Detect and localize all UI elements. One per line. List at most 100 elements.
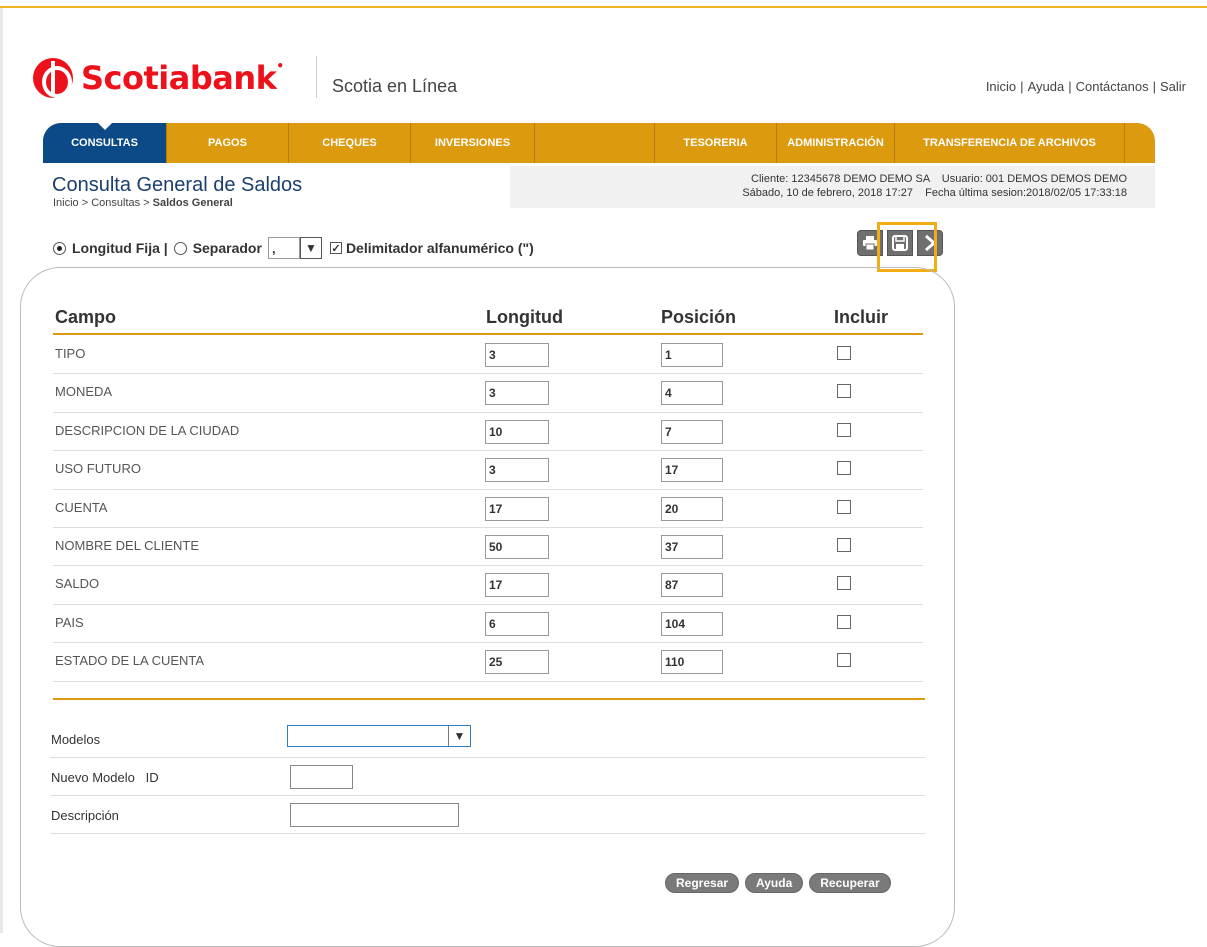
fields-table-body: TIPO MONEDA DESCRIPCION DE LA CIUDAD USO…	[53, 336, 923, 682]
length-input[interactable]	[485, 381, 549, 406]
nav-tab-cheques[interactable]: CHEQUES	[289, 123, 411, 163]
table-row: MONEDA	[53, 374, 923, 413]
separator-select[interactable]: ,	[267, 237, 300, 259]
table-row: NOMBRE DEL CLIENTE	[53, 528, 923, 567]
nav-tab-pagos[interactable]: PAGOS	[167, 123, 289, 163]
top-links: Inicio | Ayuda | Contáctanos | Salir	[986, 79, 1186, 94]
field-name: SALDO	[55, 576, 100, 592]
include-checkbox[interactable]	[837, 499, 851, 514]
link-contactanos[interactable]: Contáctanos	[1076, 79, 1149, 94]
field-name: NOMBRE DEL CLIENTE	[55, 537, 199, 553]
link-inicio[interactable]: Inicio	[986, 79, 1016, 94]
action-buttons: Regresar Ayuda Recuperar	[665, 873, 891, 893]
scotiabank-logo[interactable]: Scotiabank•	[33, 58, 284, 98]
table-row: USO FUTURO	[53, 451, 923, 490]
length-input[interactable]	[485, 458, 549, 483]
table-row: CUENTA	[53, 490, 923, 528]
left-edge-rule	[0, 8, 3, 933]
chevron-right-icon[interactable]	[917, 230, 943, 256]
length-input[interactable]	[485, 496, 549, 521]
modelos-label: Modelos	[51, 732, 101, 747]
delimiter-checkbox[interactable]: ✓	[329, 242, 342, 255]
position-input[interactable]	[661, 458, 723, 483]
position-input[interactable]	[661, 496, 723, 521]
main-nav: CONSULTAS PAGOS CHEQUES INVERSIONES TESO…	[43, 123, 1155, 163]
separator-label: Separador	[192, 240, 262, 256]
length-input[interactable]	[485, 343, 549, 367]
header-incluir: Incluir	[834, 307, 889, 327]
fields-table-header: Campo Longitud Posición Incluir	[53, 307, 923, 335]
field-name: MONEDA	[55, 384, 113, 400]
include-checkbox[interactable]	[837, 384, 851, 399]
link-salir[interactable]: Salir	[1160, 79, 1186, 94]
modelos-select[interactable]: ▼	[287, 725, 471, 747]
position-input[interactable]	[661, 381, 723, 406]
link-ayuda[interactable]: Ayuda	[1028, 79, 1065, 94]
chevron-down-icon[interactable]: ▼	[448, 726, 470, 746]
link-separator: |	[1020, 79, 1024, 94]
page-title: Consulta General de Saldos	[52, 174, 303, 196]
delimiter-label: Delimitador alfanumérico (")	[345, 240, 534, 256]
breadcrumb: Inicio > Consultas > Saldos General	[53, 197, 233, 209]
position-input[interactable]	[661, 650, 723, 675]
nuevo-modelo-row: Nuevo Modelo ID	[50, 758, 925, 796]
field-name: DESCRIPCION DE LA CIUDAD	[55, 422, 240, 438]
nav-tab-consultas[interactable]: CONSULTAS	[43, 123, 167, 163]
ayuda-button[interactable]: Ayuda	[745, 873, 804, 893]
table-row: DESCRIPCION DE LA CIUDAD	[53, 413, 923, 452]
include-checkbox[interactable]	[837, 653, 851, 668]
logo-text: Scotiabank	[81, 59, 277, 97]
position-input[interactable]	[661, 419, 723, 444]
length-input[interactable]	[485, 650, 549, 675]
nuevo-modelo-id-input[interactable]	[290, 765, 353, 789]
field-name: TIPO	[55, 346, 86, 361]
top-accent-rule	[0, 6, 1207, 8]
export-toolbar	[857, 230, 943, 256]
floppy-disk-icon[interactable]	[887, 230, 913, 256]
position-input[interactable]	[661, 534, 723, 559]
nav-tab-transferencia[interactable]: TRANSFERENCIA DE ARCHIVOS	[895, 123, 1125, 163]
position-input[interactable]	[661, 611, 723, 636]
header-longitud: Longitud	[486, 307, 563, 327]
include-checkbox[interactable]	[837, 461, 851, 476]
length-input[interactable]	[485, 419, 549, 444]
nav-tab-inversiones[interactable]: INVERSIONES	[411, 123, 535, 163]
include-checkbox[interactable]	[837, 346, 851, 360]
nuevo-modelo-label: Nuevo Modelo ID	[51, 770, 159, 785]
include-checkbox[interactable]	[837, 422, 851, 437]
link-separator: |	[1068, 79, 1072, 94]
descripcion-input[interactable]	[290, 803, 459, 827]
separator-radio[interactable]	[173, 241, 187, 255]
nav-tab-tesoreria[interactable]: TESORERIA	[655, 123, 777, 163]
chevron-down-icon[interactable]: ▼	[299, 237, 322, 259]
regresar-button[interactable]: Regresar	[665, 873, 740, 893]
modelos-row: Modelos ▼	[50, 720, 925, 758]
link-separator: |	[1152, 79, 1156, 94]
fixed-length-radio[interactable]	[53, 241, 66, 255]
field-name: PAIS	[55, 614, 84, 630]
header-campo: Campo	[55, 307, 117, 327]
include-checkbox[interactable]	[837, 614, 851, 629]
header-divider	[316, 56, 317, 98]
table-row: ESTADO DE LA CUENTA	[53, 643, 923, 682]
include-checkbox[interactable]	[837, 576, 851, 591]
table-row: PAIS	[53, 605, 923, 644]
position-input[interactable]	[661, 573, 723, 598]
header-posicion: Posición	[661, 307, 737, 327]
session-client-user: Cliente: 12345678 DEMO DEMO SA Usuario: …	[751, 173, 1127, 185]
field-name: CUENTA	[55, 499, 108, 515]
nav-tab-administracion[interactable]: ADMINISTRACIÓN	[777, 123, 895, 163]
product-name: Scotia en Línea	[332, 76, 458, 96]
format-options: Longitud Fija | Separador , ▼ ✓ Delimita…	[53, 237, 534, 259]
recuperar-button[interactable]: Recuperar	[809, 873, 891, 893]
length-input[interactable]	[485, 534, 549, 559]
field-name: ESTADO DE LA CUENTA	[55, 653, 205, 669]
length-input[interactable]	[485, 573, 549, 598]
descripcion-row: Descripción	[50, 796, 925, 834]
print-icon[interactable]	[857, 230, 883, 256]
scotiabank-logo-icon	[33, 58, 73, 98]
include-checkbox[interactable]	[837, 537, 851, 552]
length-input[interactable]	[485, 611, 549, 636]
breadcrumb-path[interactable]: Inicio > Consultas >	[53, 197, 153, 209]
position-input[interactable]	[661, 343, 723, 367]
